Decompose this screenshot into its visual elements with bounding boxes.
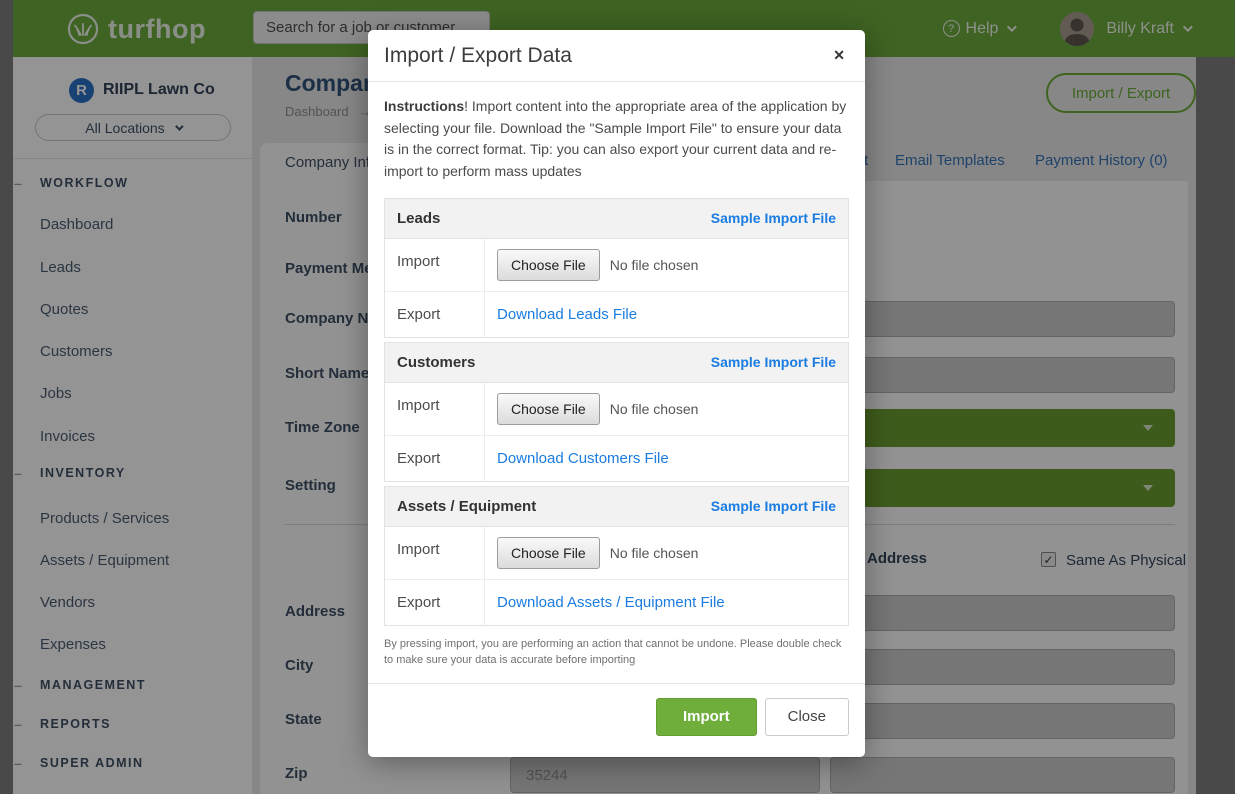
no-file-chosen-text: No file chosen — [610, 401, 699, 417]
export-row-label: Export — [385, 436, 485, 481]
section-name: Leads — [397, 210, 440, 227]
app-screen: turfhop ? Help Billy Kraft — [0, 0, 1235, 794]
customers-choose-file-button[interactable]: Choose File — [497, 393, 600, 425]
close-icon[interactable]: ✕ — [829, 44, 849, 66]
leads-sample-import-link[interactable]: Sample Import File — [711, 210, 836, 226]
close-button[interactable]: Close — [765, 698, 849, 736]
assets-choose-file-button[interactable]: Choose File — [497, 537, 600, 569]
download-leads-link[interactable]: Download Leads File — [497, 306, 637, 323]
import-row-label: Import — [385, 527, 485, 579]
assets-equipment-section: Assets / Equipment Sample Import File Im… — [384, 486, 849, 626]
modal-instructions: Instructions! Import content into the ap… — [384, 96, 849, 183]
export-row-label: Export — [385, 580, 485, 625]
no-file-chosen-text: No file chosen — [610, 257, 699, 273]
modal-warning-text: By pressing import, you are performing a… — [384, 636, 849, 669]
download-customers-link[interactable]: Download Customers File — [497, 450, 669, 467]
import-row-label: Import — [385, 383, 485, 435]
no-file-chosen-text: No file chosen — [610, 545, 699, 561]
import-row-label: Import — [385, 239, 485, 291]
export-row-label: Export — [385, 292, 485, 337]
modal-title: Import / Export Data — [384, 44, 572, 68]
section-name: Assets / Equipment — [397, 498, 536, 515]
leads-section: Leads Sample Import File Import Choose F… — [384, 198, 849, 338]
modal-header-divider — [368, 81, 865, 82]
import-button[interactable]: Import — [656, 698, 757, 736]
instructions-lead: Instructions — [384, 98, 464, 114]
assets-sample-import-link[interactable]: Sample Import File — [711, 498, 836, 514]
leads-choose-file-button[interactable]: Choose File — [497, 249, 600, 281]
section-name: Customers — [397, 354, 475, 371]
import-export-modal: Import / Export Data ✕ Instructions! Imp… — [368, 30, 865, 757]
customers-section: Customers Sample Import File Import Choo… — [384, 342, 849, 482]
customers-sample-import-link[interactable]: Sample Import File — [711, 354, 836, 370]
download-assets-link[interactable]: Download Assets / Equipment File — [497, 594, 725, 611]
